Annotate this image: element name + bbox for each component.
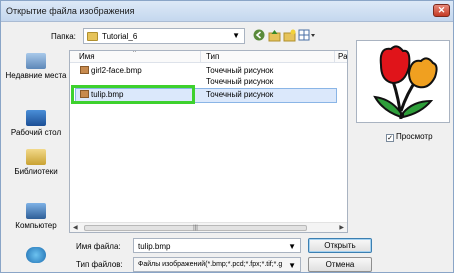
- file-type: Точечный рисунок: [206, 66, 274, 75]
- view-menu-icon[interactable]: [297, 29, 317, 43]
- chevron-down-icon[interactable]: ▼: [232, 31, 240, 40]
- filename-value: tulip.bmp: [138, 242, 171, 251]
- filename-label: Имя файла:: [76, 242, 121, 251]
- open-image-dialog: Открытие файла изображения ✕ Папка: Tuto…: [0, 0, 454, 273]
- places-bar: Недавние места Рабочий стол Библиотеки К…: [4, 50, 68, 268]
- desktop-icon: [26, 110, 46, 126]
- open-button[interactable]: Открыть: [308, 238, 372, 253]
- recent-places-icon: [26, 53, 46, 69]
- filetype-label: Тип файлов:: [76, 260, 123, 269]
- file-list-header: Имя ^ Тип Раз: [70, 51, 347, 63]
- new-folder-icon[interactable]: [282, 29, 296, 43]
- libraries-icon: [26, 149, 46, 165]
- place-computer[interactable]: Компьютер: [4, 203, 68, 230]
- preview-checkbox[interactable]: ✓ Просмотр: [386, 132, 433, 142]
- chevron-down-icon[interactable]: ▼: [288, 242, 296, 251]
- title-bar[interactable]: Открытие файла изображения ✕: [1, 1, 453, 22]
- tulip-preview-image: [373, 45, 438, 120]
- highlight-box: [71, 85, 195, 104]
- column-separator[interactable]: [334, 51, 335, 63]
- place-label: Библиотеки: [14, 167, 58, 176]
- preview-label: Просмотр: [396, 132, 433, 141]
- computer-icon: [26, 203, 46, 219]
- column-header-name[interactable]: Имя: [79, 52, 95, 61]
- place-label: Недавние места: [5, 71, 67, 80]
- place-desktop[interactable]: Рабочий стол: [4, 110, 68, 137]
- horizontal-scrollbar[interactable]: ◀ ||| ▶: [70, 222, 347, 232]
- column-header-size[interactable]: Раз: [338, 52, 347, 61]
- folder-icon: [87, 32, 98, 41]
- lookin-dropdown[interactable]: Tutorial_6 ▼: [83, 28, 245, 44]
- scroll-right-icon[interactable]: ▶: [339, 224, 344, 231]
- sort-caret-icon: ^: [133, 50, 136, 56]
- back-icon[interactable]: [252, 29, 266, 43]
- filename-input[interactable]: tulip.bmp ▼: [133, 238, 301, 253]
- place-libraries[interactable]: Библиотеки: [4, 149, 68, 176]
- preview-pane: [356, 40, 450, 123]
- close-button[interactable]: ✕: [433, 4, 450, 17]
- place-label: Компьютер: [15, 221, 57, 230]
- bitmap-file-icon: [80, 66, 89, 74]
- chevron-down-icon[interactable]: ▼: [286, 261, 296, 270]
- column-separator[interactable]: [200, 51, 201, 63]
- filetype-select[interactable]: Файлы изображений(*.bmp;*.pcd;*.fpx;*.ti…: [133, 257, 301, 272]
- file-type: Точечный рисунок: [206, 77, 274, 86]
- file-list[interactable]: Имя ^ Тип Раз girl2-face.bmp Точечный ри…: [69, 50, 348, 233]
- lookin-value: Tutorial_6: [102, 32, 138, 41]
- place-recent[interactable]: Недавние места: [4, 53, 68, 80]
- file-type: Точечный рисунок: [206, 90, 274, 99]
- place-network[interactable]: [4, 247, 68, 265]
- window-title: Открытие файла изображения: [6, 6, 135, 16]
- file-name: girl2-face.bmp: [91, 66, 142, 75]
- network-icon: [26, 247, 46, 263]
- place-label: Рабочий стол: [10, 128, 62, 137]
- up-folder-icon[interactable]: [267, 29, 281, 43]
- scroll-left-icon[interactable]: ◀: [73, 224, 78, 231]
- column-header-type[interactable]: Тип: [206, 52, 219, 61]
- checkmark-icon[interactable]: ✓: [386, 134, 394, 142]
- cancel-button[interactable]: Отмена: [308, 257, 372, 272]
- lookin-label: Папка:: [51, 32, 76, 41]
- scroll-thumb[interactable]: |||: [84, 225, 307, 231]
- filetype-value: Файлы изображений(*.bmp;*.pcd;*.fpx;*.ti…: [138, 261, 283, 268]
- file-row[interactable]: girl2-face.bmp Точечный рисунок: [70, 65, 347, 76]
